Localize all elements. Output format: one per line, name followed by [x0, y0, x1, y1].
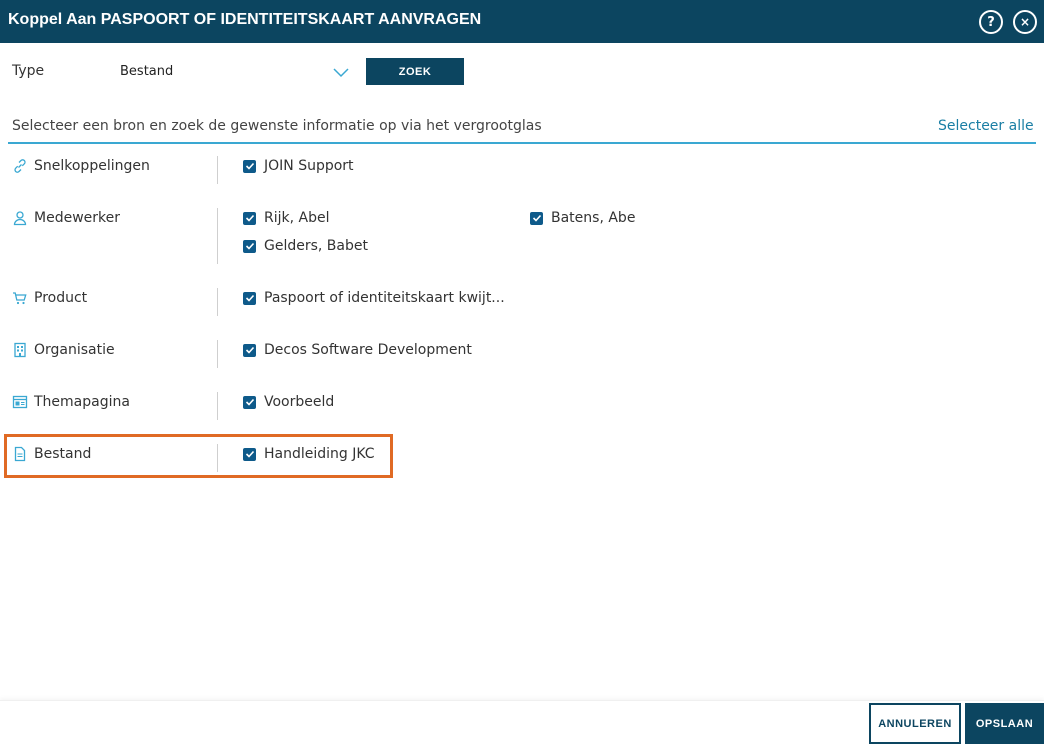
- category-medewerker: Medewerker: [12, 210, 120, 226]
- column-separator: [217, 392, 218, 420]
- type-label: Type: [12, 63, 45, 79]
- checkbox-checked-icon: [243, 395, 256, 409]
- column-separator: [217, 444, 218, 472]
- checkbox-label: JOIN Support: [264, 158, 354, 174]
- checkbox-label: Paspoort of identiteitskaart kwijt...: [264, 290, 505, 306]
- checkbox-handleiding-jkc[interactable]: Handleiding JKC: [243, 446, 375, 462]
- category-label: Snelkoppelingen: [34, 158, 150, 174]
- help-button[interactable]: ?: [979, 10, 1003, 34]
- checkbox-label: Gelders, Babet: [264, 238, 368, 254]
- checkbox-label: Batens, Abe: [551, 210, 636, 226]
- column-separator: [217, 340, 218, 368]
- cancel-button[interactable]: ANNULEREN: [869, 703, 961, 744]
- dialog-title: Koppel Aan PASPOORT OF IDENTITEITSKAART …: [8, 11, 482, 28]
- building-icon: [12, 342, 28, 358]
- save-button[interactable]: OPSLAAN: [965, 703, 1044, 744]
- checkbox-checked-icon: [243, 211, 256, 225]
- category-label: Themapagina: [34, 394, 130, 410]
- checkbox-label: Decos Software Development: [264, 342, 472, 358]
- checkbox-voorbeeld[interactable]: Voorbeeld: [243, 394, 334, 410]
- webpage-icon: [12, 394, 28, 410]
- type-select-value: Bestand: [120, 64, 174, 79]
- checkbox-label: Voorbeeld: [264, 394, 335, 410]
- close-icon: ×: [1019, 15, 1031, 29]
- column-separator: [217, 156, 218, 184]
- link-icon: [12, 158, 28, 174]
- category-organisatie: Organisatie: [12, 342, 115, 358]
- close-button[interactable]: ×: [1013, 10, 1037, 34]
- checkbox-checked-icon: [243, 159, 256, 173]
- select-all-link[interactable]: Selecteer alle: [938, 118, 1034, 134]
- category-themapagina: Themapagina: [12, 394, 130, 410]
- category-label: Organisatie: [34, 342, 115, 358]
- category-label: Bestand: [34, 446, 92, 462]
- type-select[interactable]: Bestand: [112, 58, 354, 86]
- checkbox-checked-icon: [243, 343, 256, 357]
- dialog-titlebar: Koppel Aan PASPOORT OF IDENTITEITSKAART …: [0, 0, 1044, 43]
- checkbox-checked-icon: [243, 291, 256, 305]
- checkbox-gelders-babet[interactable]: Gelders, Babet: [243, 238, 368, 254]
- checkbox-rijk-abel[interactable]: Rijk, Abel: [243, 210, 329, 226]
- checkbox-checked-icon: [530, 211, 543, 225]
- column-separator: [217, 208, 218, 264]
- cart-icon: [12, 290, 28, 306]
- checkbox-paspoort[interactable]: Paspoort of identiteitskaart kwijt...: [243, 290, 505, 306]
- checkbox-label: Rijk, Abel: [264, 210, 330, 226]
- search-button[interactable]: ZOEK: [366, 58, 464, 85]
- chevron-down-icon: [332, 64, 350, 78]
- person-icon: [12, 210, 28, 226]
- category-label: Medewerker: [34, 210, 120, 226]
- help-icon: ?: [987, 14, 995, 30]
- category-bestand: Bestand: [12, 446, 91, 462]
- checkbox-join-support[interactable]: JOIN Support: [243, 158, 354, 174]
- instruction-text: Selecteer een bron en zoek de gewenste i…: [12, 118, 542, 134]
- category-product: Product: [12, 290, 87, 306]
- checkbox-batens-abe[interactable]: Batens, Abe: [530, 210, 635, 226]
- document-icon: [12, 446, 28, 462]
- checkbox-label: Handleiding JKC: [264, 446, 375, 462]
- column-separator: [217, 288, 218, 316]
- checkbox-checked-icon: [243, 239, 256, 253]
- category-label: Product: [34, 290, 88, 306]
- checkbox-checked-icon: [243, 447, 256, 461]
- checkbox-decos[interactable]: Decos Software Development: [243, 342, 472, 358]
- category-snelkoppelingen: Snelkoppelingen: [12, 158, 150, 174]
- section-divider: [8, 142, 1036, 144]
